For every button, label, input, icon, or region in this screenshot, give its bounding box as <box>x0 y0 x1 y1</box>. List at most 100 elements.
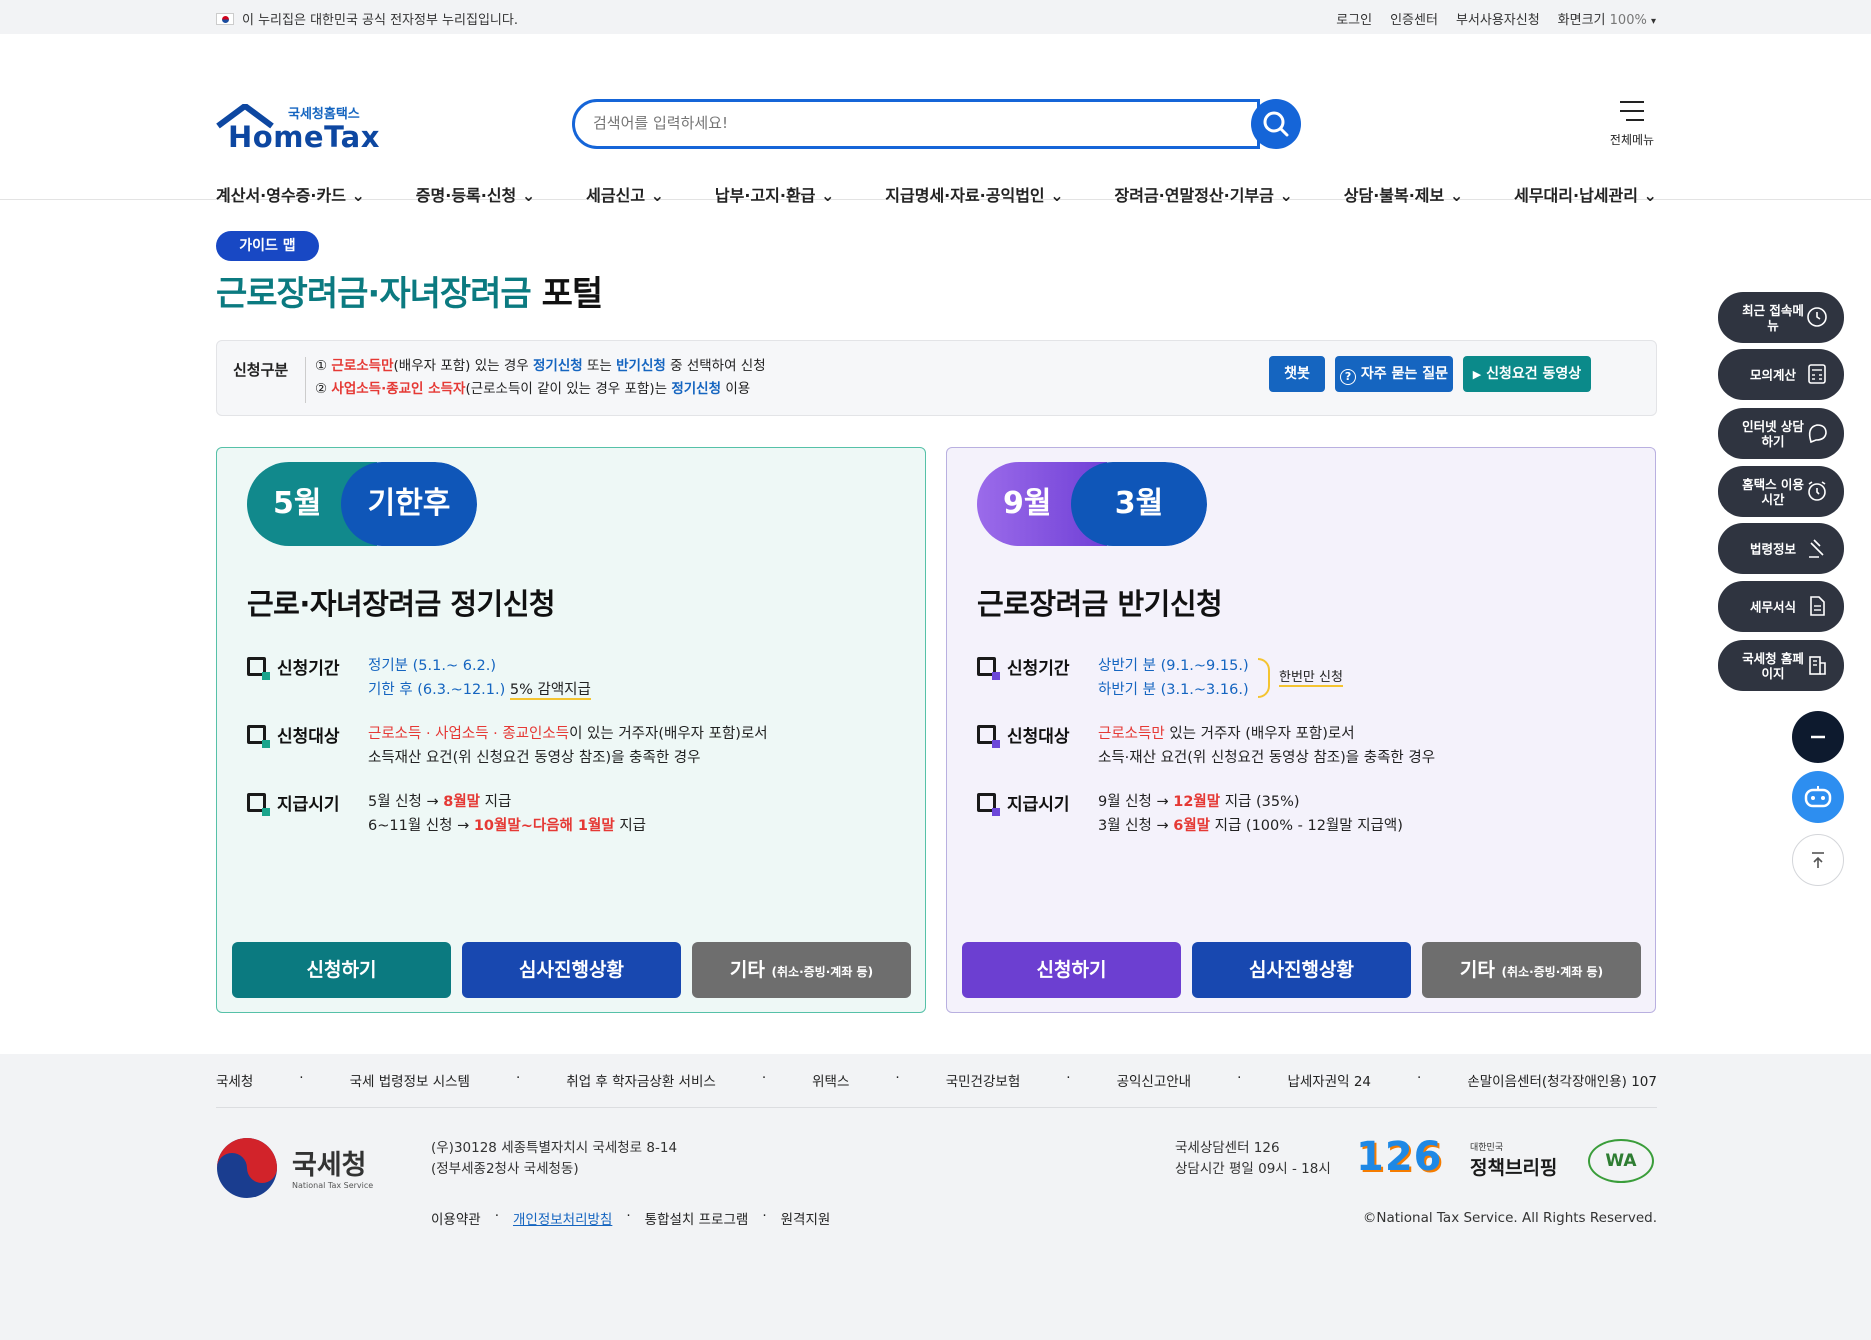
nav-item-payment[interactable]: 납부·고지·환급 ⌄ <box>715 182 834 206</box>
pay-month: 8월말 <box>443 794 481 810</box>
sidebar-online-consult[interactable]: 인터넷 상담하기 <box>1718 408 1844 459</box>
etc-button[interactable]: 기타 (취소·증빙·계좌 등) <box>692 942 911 998</box>
footer-link[interactable]: 납세자권익 24 <box>1287 1070 1371 1090</box>
arrow-right-icon: → <box>457 818 470 834</box>
chevron-down-icon: ⌄ <box>820 186 835 205</box>
chatbot-button[interactable]: 챗봇 <box>1269 356 1325 392</box>
period-pill: 9월 3월 <box>977 462 1207 546</box>
footer-link[interactable]: 국세 법령정보 시스템 <box>350 1070 470 1090</box>
all-menu-label: 전체메뉴 <box>1609 133 1655 147</box>
etc-label: 기타 <box>1459 959 1495 981</box>
terms-link[interactable]: 이용약관 <box>431 1208 481 1228</box>
footer-link[interactable]: 위택스 <box>812 1070 849 1090</box>
info-line-1: ① 근로소득만(배우자 포함) 있는 경우 정기신청 또는 반기신청 중 선택하… <box>315 355 766 378</box>
separator-dot: · <box>1066 1070 1071 1086</box>
text: 9월 신청 <box>1098 794 1152 810</box>
video-button[interactable]: ▶ 신청요건 동영상 <box>1463 356 1591 392</box>
nav-item-statements[interactable]: 지급명세·자료·공익법인 ⌄ <box>885 182 1063 206</box>
dept-user-link[interactable]: 부서사용자신청 <box>1456 9 1540 28</box>
guide-map-badge[interactable]: 가이드 맵 <box>216 231 319 261</box>
faq-button[interactable]: ? 자주 묻는 질문 <box>1335 356 1453 392</box>
target-income: 근로소득만 <box>1098 726 1165 742</box>
separator-dot: · <box>1417 1070 1422 1086</box>
text: 있는 거주자 (배우자 포함)로서 <box>1169 726 1355 742</box>
num: ② <box>315 381 328 397</box>
text: 지급 (100% - 12월말 지급액) <box>1214 818 1403 834</box>
arrow-up-icon <box>1812 852 1824 868</box>
etc-button[interactable]: 기타 (취소·증빙·계좌 등) <box>1422 942 1641 998</box>
privacy-link[interactable]: 개인정보처리방침 <box>513 1208 612 1228</box>
text: (배우자 포함) 있는 경우 <box>393 358 529 374</box>
top-links: 로그인 인증센터 부서사용자신청 화면크기 100% ▾ <box>1336 9 1656 28</box>
pay-month: 6월말 <box>1173 818 1211 834</box>
nav-label: 지급명세·자료·공익법인 <box>885 186 1045 205</box>
pill-mar: 3월 <box>1071 462 1207 546</box>
footer-link[interactable]: 국민건강보험 <box>946 1070 1021 1090</box>
nav-item-certificate[interactable]: 증명·등록·신청 ⌄ <box>416 182 535 206</box>
nav-item-consult[interactable]: 상담·불복·제보 ⌄ <box>1344 182 1463 206</box>
search-button[interactable] <box>1251 99 1301 149</box>
footer-link[interactable]: 손말이음센터(청각장애인용) 107 <box>1467 1070 1657 1090</box>
sidebar-tax-forms[interactable]: 세무서식 <box>1718 581 1844 632</box>
search-box <box>572 99 1260 149</box>
org-name-ko: 국세청 <box>292 1150 367 1181</box>
checkbox-icon <box>247 793 270 816</box>
page-title: 근로장려금·자녀장려금 포털 <box>216 266 603 315</box>
remote-support-link[interactable]: 원격지원 <box>781 1208 831 1228</box>
cert-center-link[interactable]: 인증센터 <box>1390 9 1438 28</box>
chevron-down-icon: ⌄ <box>1279 186 1293 205</box>
text: 이 있는 거주자(배우자 포함)로서 <box>569 726 768 742</box>
chatbot-float-button[interactable] <box>1792 771 1844 823</box>
once-only-note: 한번만 신청 <box>1279 666 1343 687</box>
nav-item-tax-return[interactable]: 세금신고 ⌄ <box>586 182 664 206</box>
hometax-logo[interactable]: 국세청홈택스 HomeTax <box>216 100 379 154</box>
footer-address: (우)30128 세종특별자치시 국세청로 8-14 (정부세종2청사 국세청동… <box>431 1138 677 1180</box>
etc-sublabel: (취소·증빙·계좌 등) <box>771 965 874 979</box>
footer-link[interactable]: 취업 후 학자금상환 서비스 <box>566 1070 716 1090</box>
sidebar-recent-menu[interactable]: 최근 접속메뉴 <box>1718 292 1844 343</box>
text: 중 선택하여 신청 <box>670 358 766 374</box>
search-input[interactable] <box>593 114 1193 132</box>
divider <box>305 357 306 403</box>
footer-link[interactable]: 공익신고안내 <box>1117 1070 1192 1090</box>
install-link[interactable]: 통합설치 프로그램 <box>645 1208 749 1228</box>
sidebar-hometax-hours[interactable]: 홈택스 이용시간 <box>1718 466 1844 517</box>
scroll-top-button[interactable] <box>1792 834 1844 886</box>
period-second-half: 하반기 분 (3.1.~3.16.) <box>1098 682 1249 698</box>
call-center-info: 국세상담센터 126 상담시간 평일 09시 - 18시 <box>1175 1138 1331 1180</box>
separator-dot: · <box>1237 1070 1242 1086</box>
separator-dot: · <box>494 1208 499 1224</box>
minus-icon <box>1811 735 1825 739</box>
sidebar-label: 세무서식 <box>1749 599 1796 614</box>
red-text: 사업소득·종교인 소득자 <box>331 381 466 397</box>
sidebar-label: 국세청 홈페이지 <box>1742 650 1804 681</box>
checkbox-icon <box>977 725 1000 748</box>
nav-item-invoice[interactable]: 계산서·영수증·카드 ⌄ <box>216 182 365 206</box>
arrow-right-icon: → <box>1156 818 1169 834</box>
login-link[interactable]: 로그인 <box>1336 9 1372 28</box>
nav-item-agent[interactable]: 세무대리·납세관리 ⌄ <box>1514 182 1657 206</box>
chevron-down-icon: ⌄ <box>1643 186 1657 205</box>
nav-label: 세무대리·납세관리 <box>1514 186 1638 205</box>
apply-button[interactable]: 신청하기 <box>962 942 1181 998</box>
all-menu-button[interactable]: 전체메뉴 <box>1605 100 1659 148</box>
gov-notice-text: 이 누리집은 대한민국 공식 전자정부 누리집입니다. <box>242 13 518 28</box>
collapse-sidebar-button[interactable] <box>1792 711 1844 763</box>
footer-link[interactable]: 국세청 <box>216 1070 253 1090</box>
review-status-button[interactable]: 심사진행상황 <box>1192 942 1411 998</box>
period-first-half: 상반기 분 (9.1.~9.15.) <box>1098 658 1249 674</box>
footer-links: 국세청 · 국세 법령정보 시스템 · 취업 후 학자금상환 서비스 · 위택스 · 국… <box>216 1070 1657 1090</box>
apply-button[interactable]: 신청하기 <box>232 942 451 998</box>
sidebar-simulation[interactable]: 모의계산 <box>1718 349 1844 400</box>
info-line-2: ② 사업소득·종교인 소득자(근로소득이 같이 있는 경우 포함)는 정기신청 … <box>315 378 766 401</box>
num: ① <box>315 358 328 374</box>
blue-text: 정기신청 <box>671 381 722 397</box>
zoom-control[interactable]: 화면크기 100% ▾ <box>1558 9 1656 28</box>
gov-notice: 이 누리집은 대한민국 공식 전자정부 누리집입니다. <box>216 9 518 28</box>
sidebar-nts-homepage[interactable]: 국세청 홈페이지 <box>1718 640 1844 691</box>
review-status-button[interactable]: 심사진행상황 <box>462 942 681 998</box>
text: 지급 <box>484 794 512 810</box>
checkbox-icon <box>977 657 1000 680</box>
sidebar-legal-info[interactable]: 법령정보 <box>1718 523 1844 574</box>
nav-item-incentive[interactable]: 장려금·연말정산·기부금 ⌄ <box>1115 182 1293 206</box>
